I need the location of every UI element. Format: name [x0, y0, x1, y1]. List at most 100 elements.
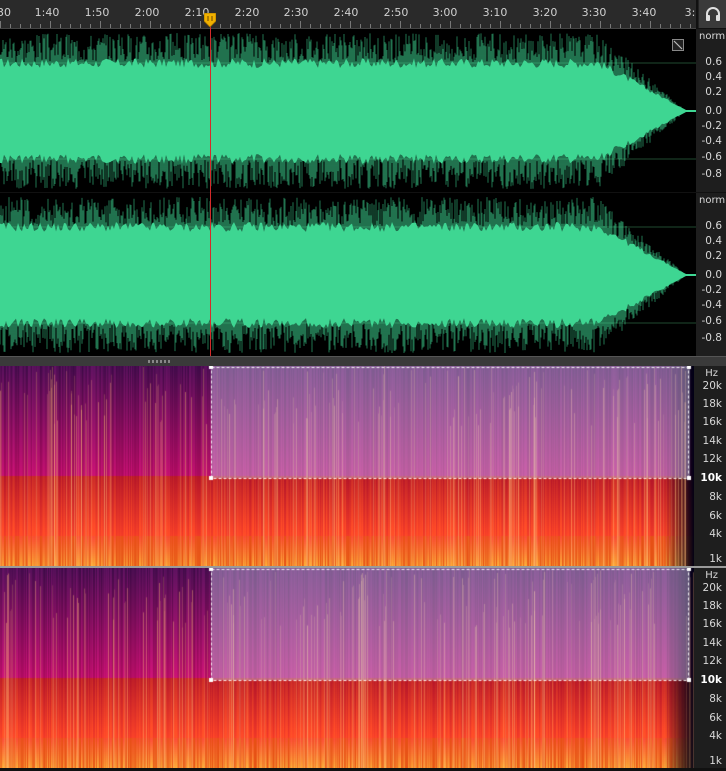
time-minor-tick [300, 21, 301, 28]
time-minor-tick [0, 21, 1, 28]
time-tick-label: 2:20 [234, 6, 260, 19]
time-minor-tick [270, 24, 271, 28]
frequency-label: 6k [709, 510, 722, 522]
frequency-scale-top: Hz 20k 18k 16k 14k 12k 10k 8k 6k 4k 1k [694, 366, 726, 566]
frequency-label: 1k [709, 553, 722, 565]
time-tick-label: 3:10 [482, 6, 508, 19]
time-minor-tick [160, 24, 161, 28]
time-minor-tick [520, 24, 521, 28]
headphone-button[interactable] [698, 0, 726, 28]
time-minor-tick [50, 21, 51, 28]
time-minor-tick [590, 24, 591, 28]
frequency-label: 16k [702, 416, 722, 428]
amplitude-label: 0.6 [705, 56, 722, 68]
time-minor-tick [690, 24, 691, 28]
time-minor-tick [600, 21, 601, 28]
time-minor-tick [290, 24, 291, 28]
time-minor-tick [530, 24, 531, 28]
time-minor-tick [490, 24, 491, 28]
frequency-unit: Hz [705, 570, 718, 581]
time-minor-tick [280, 24, 281, 28]
time-minor-tick [670, 24, 671, 28]
frequency-label: 8k [709, 491, 722, 503]
time-minor-tick [370, 24, 371, 28]
splitter-grip[interactable] [148, 360, 170, 363]
frequency-label: 12k [702, 453, 722, 465]
amplitude-label: 0.0 [705, 105, 722, 117]
time-tick-label: 2:30 [283, 6, 309, 19]
time-tick-label: 1:50 [84, 6, 110, 19]
time-minor-tick [610, 24, 611, 28]
time-minor-tick [320, 24, 321, 28]
amplitude-label: 0.2 [705, 250, 722, 262]
frequency-label: 4k [709, 528, 722, 540]
expand-icon[interactable] [672, 39, 684, 51]
time-minor-tick [350, 21, 351, 28]
time-minor-tick [470, 24, 471, 28]
amplitude-unit: norm [699, 31, 726, 42]
time-tick-label: 3:40 [631, 6, 657, 19]
waveform-channel-bottom[interactable] [0, 193, 696, 356]
time-minor-tick [480, 24, 481, 28]
time-minor-tick [110, 24, 111, 28]
time-minor-tick [500, 21, 501, 28]
time-minor-tick [20, 24, 21, 28]
amplitude-label: -0.6 [701, 315, 723, 327]
time-minor-tick [540, 24, 541, 28]
time-tick-label: 30 [0, 6, 11, 19]
frequency-label: 16k [702, 618, 722, 630]
time-minor-tick [650, 21, 651, 28]
frequency-label: 8k [709, 693, 722, 705]
time-minor-tick [180, 24, 181, 28]
frequency-scale-bottom: Hz 20k 18k 16k 14k 12k 10k 8k 6k 4k 1k [694, 568, 726, 768]
time-minor-tick [450, 21, 451, 28]
frequency-label: 10k [700, 472, 722, 484]
time-minor-tick [380, 24, 381, 28]
time-minor-tick [40, 24, 41, 28]
time-minor-tick [80, 24, 81, 28]
time-minor-tick [630, 24, 631, 28]
time-minor-tick [140, 24, 141, 28]
time-minor-tick [60, 24, 61, 28]
time-minor-tick [620, 24, 621, 28]
time-minor-tick [570, 24, 571, 28]
frequency-label: 4k [709, 730, 722, 742]
frequency-label: 12k [702, 655, 722, 667]
playhead-marker-icon[interactable] [204, 13, 216, 27]
time-minor-tick [90, 24, 91, 28]
time-tick-label: 1:40 [34, 6, 60, 19]
amplitude-label: 0.4 [705, 235, 722, 247]
spectral-channel-top[interactable] [0, 366, 694, 566]
amplitude-label: -0.8 [701, 332, 723, 344]
time-minor-tick [220, 24, 221, 28]
time-minor-tick [70, 24, 71, 28]
frequency-label: 14k [702, 637, 722, 649]
frequency-label: 6k [709, 712, 722, 724]
amplitude-label: 0.6 [705, 220, 722, 232]
time-ruler[interactable]: 30 1:40 1:50 2:00 2:10 2:20 2:30 2:40 2:50 3:00 3:… [0, 0, 696, 29]
time-minor-tick [190, 24, 191, 28]
frequency-label: 20k [702, 582, 722, 594]
frequency-unit: Hz [705, 368, 718, 379]
amplitude-label: -0.2 [701, 284, 723, 296]
time-minor-tick [390, 24, 391, 28]
amplitude-label: -0.6 [701, 151, 723, 163]
time-minor-tick [250, 21, 251, 28]
time-minor-tick [360, 24, 361, 28]
time-minor-tick [550, 21, 551, 28]
frequency-label: 18k [702, 398, 722, 410]
time-minor-tick [100, 21, 101, 28]
time-minor-tick [120, 24, 121, 28]
waveform-channel-top[interactable] [0, 29, 696, 192]
time-minor-tick [430, 24, 431, 28]
time-minor-tick [560, 24, 561, 28]
playhead-line[interactable] [210, 14, 211, 356]
frequency-label: 18k [702, 600, 722, 612]
time-minor-tick [130, 24, 131, 28]
spectral-channel-bottom[interactable] [0, 568, 694, 768]
time-minor-tick [30, 24, 31, 28]
time-minor-tick [580, 24, 581, 28]
amplitude-unit: norm [699, 195, 726, 206]
amplitude-label: -0.4 [701, 135, 723, 147]
time-minor-tick [420, 24, 421, 28]
